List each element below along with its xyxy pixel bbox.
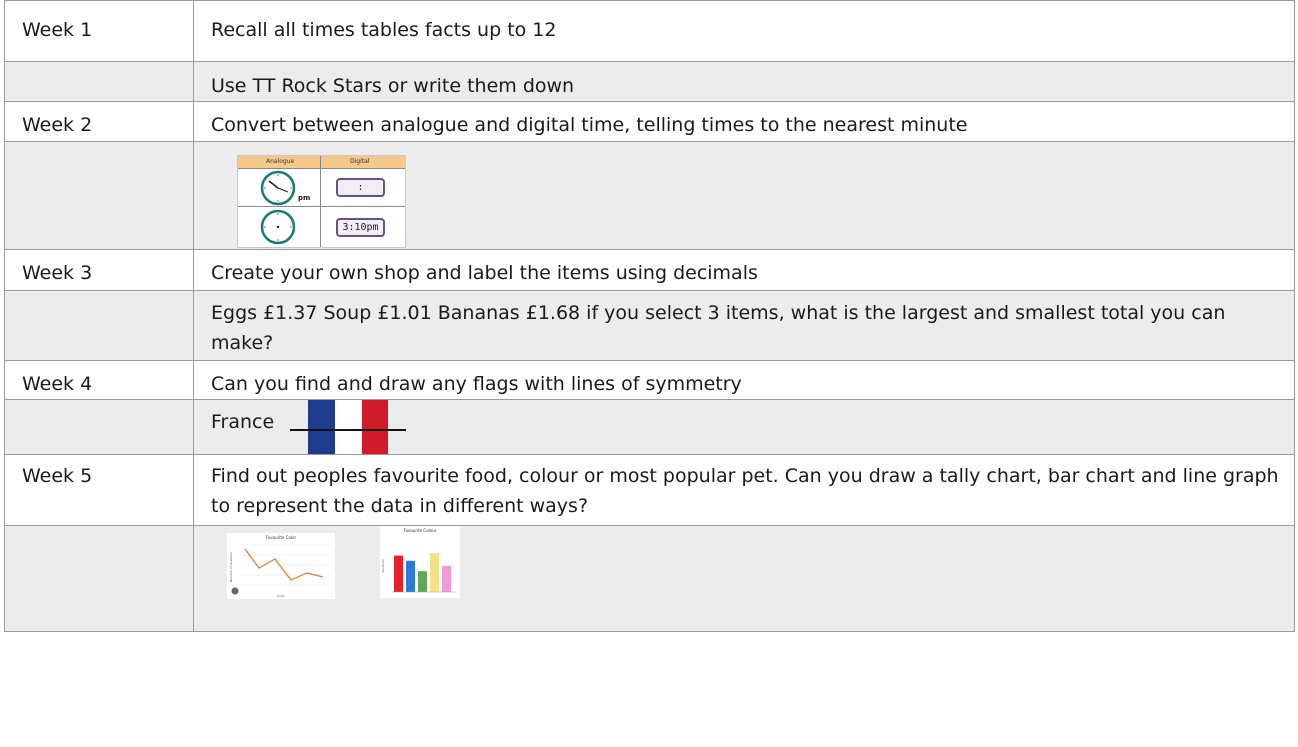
task-text: Convert between analogue and digital tim… — [193, 101, 1295, 142]
bar-chart-thumbnail: Favourite Colour Students — [380, 526, 460, 598]
bar-chart-ylabel: Students — [381, 559, 385, 573]
france-flag-icon — [290, 400, 407, 454]
task-text: Find out peoples favourite food, colour … — [193, 454, 1295, 526]
task-text: Eggs £1.37 Soup £1.01 Bananas £1.68 if y… — [193, 290, 1295, 361]
week-label — [4, 399, 194, 455]
week-label — [4, 61, 194, 102]
line-graph-xlabel: Color — [277, 594, 286, 598]
week-label — [4, 141, 194, 250]
table-row: Favourite Color Number of students Color — [4, 525, 1295, 632]
task-text: Create your own shop and label the items… — [193, 249, 1295, 291]
digital-header: Digital — [350, 158, 370, 165]
analogue-clock-blank-icon — [260, 209, 296, 245]
bar-chart-title: Favourite Colour — [404, 528, 437, 533]
homework-table: Week 1 Recall all times tables facts up … — [4, 0, 1295, 632]
line-graph-ylabel: Number of students — [229, 552, 233, 582]
task-text: Use TT Rock Stars or write them down — [193, 61, 1295, 102]
table-row: Use TT Rock Stars or write them down — [4, 61, 1295, 102]
clock-worksheet-header: Analogue Digital — [238, 156, 405, 168]
table-row: Eggs £1.37 Soup £1.01 Bananas £1.68 if y… — [4, 290, 1295, 361]
week-label: Week 5 — [4, 454, 194, 526]
week-label — [4, 525, 194, 632]
clock-example-cell: Analogue Digital pm : 3:10pm — [193, 141, 1295, 250]
week-label: Week 1 — [4, 0, 194, 62]
flag-example-cell: France — [193, 399, 1295, 455]
symmetry-line — [290, 429, 407, 431]
analogue-clock-icon — [260, 170, 296, 206]
week-label: Week 2 — [4, 101, 194, 142]
table-row: Week 4 Can you find and draw any flags w… — [4, 360, 1295, 400]
line-graph-thumbnail: Favourite Color Number of students Color — [227, 533, 335, 599]
chart-example-cell: Favourite Color Number of students Color — [193, 525, 1295, 632]
digital-display-filled: 3:10pm — [336, 218, 385, 237]
digital-display-blank: : — [336, 178, 385, 197]
table-row: Week 2 Convert between analogue and digi… — [4, 101, 1295, 142]
bar-chart-image: Favourite Colour Students — [380, 526, 460, 598]
line-graph-image: Favourite Color Number of students Color — [227, 533, 335, 599]
table-row: Week 5 Find out peoples favourite food, … — [4, 454, 1295, 526]
bar-mark — [442, 566, 451, 592]
task-text: Recall all times tables facts up to 12 — [193, 0, 1295, 62]
table-row: Week 3 Create your own shop and label th… — [4, 249, 1295, 291]
table-row: Analogue Digital pm : 3:10pm — [4, 141, 1295, 250]
bar-mark — [394, 555, 403, 592]
week-label: Week 3 — [4, 249, 194, 291]
table-row: Week 1 Recall all times tables facts up … — [4, 0, 1295, 62]
pm-label: pm — [298, 194, 311, 202]
task-text: Can you find and draw any flags with lin… — [193, 360, 1295, 400]
week-label — [4, 290, 194, 361]
bar-mark — [430, 553, 439, 592]
clock-worksheet-image: Analogue Digital pm : 3:10pm — [237, 155, 406, 248]
bar-mark — [418, 571, 427, 592]
line-graph-title: Favourite Color — [266, 535, 297, 540]
task-text: France — [211, 411, 275, 433]
analogue-header: Analogue — [266, 158, 295, 165]
bar-mark — [406, 560, 415, 592]
table-row: France — [4, 399, 1295, 455]
week-label: Week 4 — [4, 360, 194, 400]
